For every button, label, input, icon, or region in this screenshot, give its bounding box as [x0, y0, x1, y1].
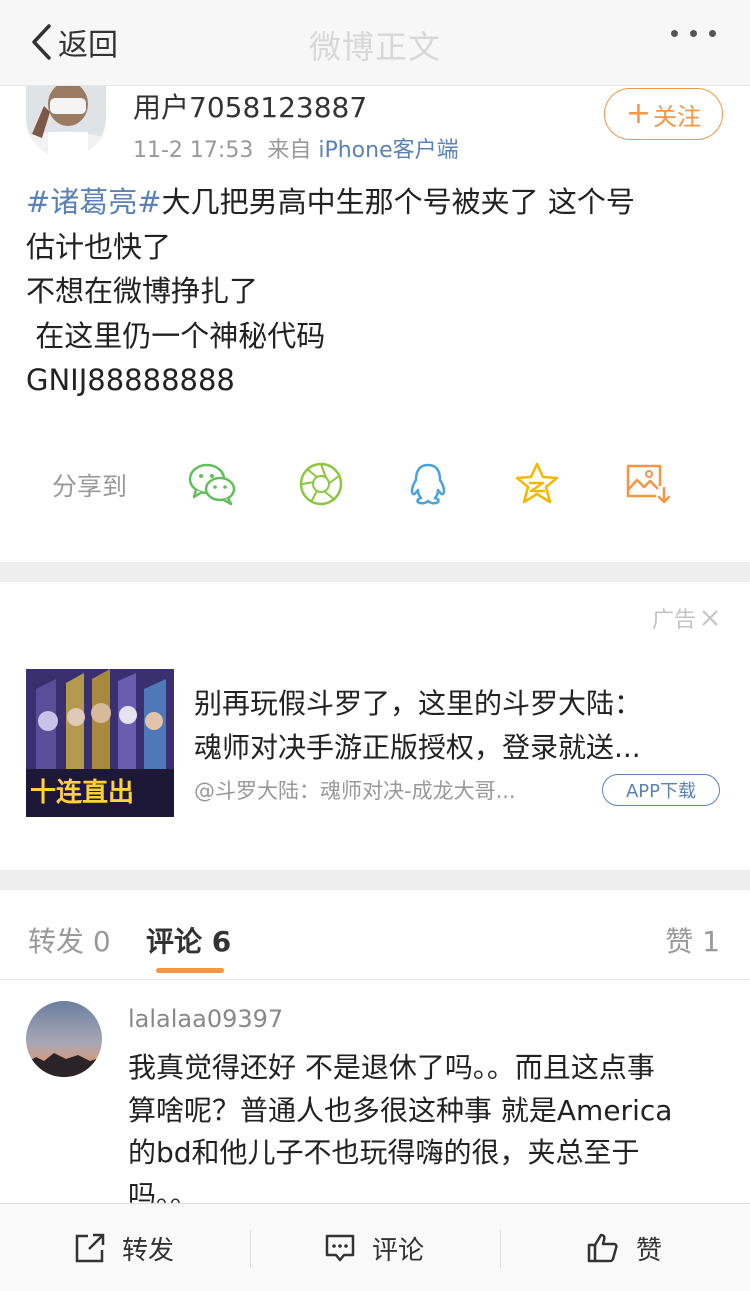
post-line: 在这里仍一个神秘代码	[26, 318, 326, 353]
comment-line: 我真觉得还好 不是退休了吗。。而且这点事	[128, 1051, 655, 1084]
like-button[interactable]: 赞	[586, 1204, 662, 1291]
more-dot-icon	[690, 30, 697, 37]
close-icon[interactable]	[700, 608, 720, 628]
ad-card[interactable]: 广告 十连直出 别再玩假斗罗了，这里的斗罗大陆： 魂师对决手游正版授权，登录就送…	[0, 582, 750, 870]
post-line: 估计也快了	[26, 229, 172, 264]
more-options-button[interactable]	[671, 30, 716, 37]
commenter-avatar[interactable]	[26, 1001, 102, 1077]
ad-label[interactable]: 广告	[652, 602, 720, 634]
ad-source: @斗罗大陆：魂师对决-成龙大哥...	[194, 779, 516, 803]
section-divider	[0, 870, 750, 890]
ad-title-line: 别再玩假斗罗了，这里的斗罗大陆：	[194, 687, 643, 720]
ad-thumbnail[interactable]: 十连直出	[26, 669, 174, 817]
share-label: 分享到	[52, 472, 128, 501]
follow-button[interactable]: + 关注	[604, 88, 723, 140]
save-image-icon[interactable]	[622, 462, 672, 506]
post-content: #诸葛亮#大几把男高中生那个号被夹了 这个号 估计也快了 不想在微博挣扎了 在这…	[26, 180, 726, 403]
post-line: 不想在微博挣扎了	[26, 274, 259, 308]
app-download-button[interactable]: APP下载	[602, 774, 720, 806]
comment-button[interactable]: 评论	[324, 1204, 424, 1291]
comment-item: lalalaa09397 我真觉得还好 不是退休了吗。。而且这点事 算啥呢？普通…	[0, 981, 750, 1203]
comment-label: 评论	[372, 1235, 425, 1266]
post-time: 11-2 17:53	[133, 138, 254, 163]
tab-repost[interactable]: 转发 0	[28, 920, 111, 960]
ad-title[interactable]: 别再玩假斗罗了，这里的斗罗大陆： 魂师对决手游正版授权，登录就送...	[194, 682, 714, 770]
post-line-text: 大几把男高中生那个号被夹了 这个号	[161, 185, 635, 219]
plus-icon: +	[625, 96, 652, 131]
like-label: 赞	[636, 1235, 663, 1266]
tab-comments[interactable]: 评论 6	[146, 920, 231, 960]
follow-label: 关注	[653, 102, 702, 131]
comment-line: 算啥呢？普通人也多很这种事 就是America	[128, 1093, 673, 1127]
post-line: GNIJ88888888	[26, 363, 235, 397]
nav-bar: 返回 微博正文	[0, 0, 750, 86]
repost-icon	[75, 1233, 105, 1263]
qzone-icon[interactable]	[512, 462, 562, 506]
post-card: 用户7058123887 11-2 17:53 来自 iPhone客户端 + 关注…	[0, 86, 750, 562]
commenter-name[interactable]: lalalaa09397	[128, 1005, 283, 1033]
wechat-icon[interactable]	[188, 462, 238, 506]
active-tab-indicator	[156, 968, 224, 973]
repost-button[interactable]: 转发	[74, 1204, 174, 1291]
moments-icon[interactable]	[297, 462, 347, 506]
comment-line: 的bd和他儿子不也玩得嗨的很，夹总至于	[128, 1136, 640, 1169]
more-dot-icon	[709, 30, 716, 37]
thumbs-up-icon	[587, 1233, 618, 1263]
comment-text: 我真觉得还好 不是退休了吗。。而且这点事 算啥呢？普通人也多很这种事 就是Ame…	[128, 1047, 728, 1203]
share-bar: 分享到	[0, 462, 750, 512]
section-divider	[0, 562, 750, 582]
repost-label: 转发	[122, 1235, 175, 1266]
page-title: 微博正文	[308, 28, 441, 66]
author-name[interactable]: 用户7058123887	[133, 86, 367, 126]
ad-label-text: 广告	[651, 608, 696, 633]
topic-link[interactable]: #诸葛亮#	[26, 185, 162, 219]
more-dot-icon	[671, 30, 678, 37]
post-meta: 11-2 17:53 来自 iPhone客户端	[133, 132, 459, 164]
tab-likes[interactable]: 赞 1	[665, 920, 720, 960]
ad-banner-text: 十连直出	[30, 778, 134, 808]
separator	[500, 1230, 501, 1268]
ad-title-line: 魂师对决手游正版授权，登录就送...	[194, 731, 641, 764]
author-avatar[interactable]	[26, 86, 106, 158]
separator	[250, 1230, 251, 1268]
from-prefix: 来自	[267, 138, 312, 163]
bottom-action-bar: 转发 评论 赞	[0, 1203, 750, 1291]
post-line: #诸葛亮#大几把男高中生那个号被夹了 这个号	[26, 180, 726, 225]
qq-icon[interactable]	[403, 462, 453, 506]
interaction-tabs: 转发 0 评论 6 赞 1	[0, 890, 750, 980]
post-source[interactable]: iPhone客户端	[318, 138, 458, 163]
comment-line: 吗。。	[128, 1178, 199, 1204]
comment-icon	[325, 1234, 355, 1262]
